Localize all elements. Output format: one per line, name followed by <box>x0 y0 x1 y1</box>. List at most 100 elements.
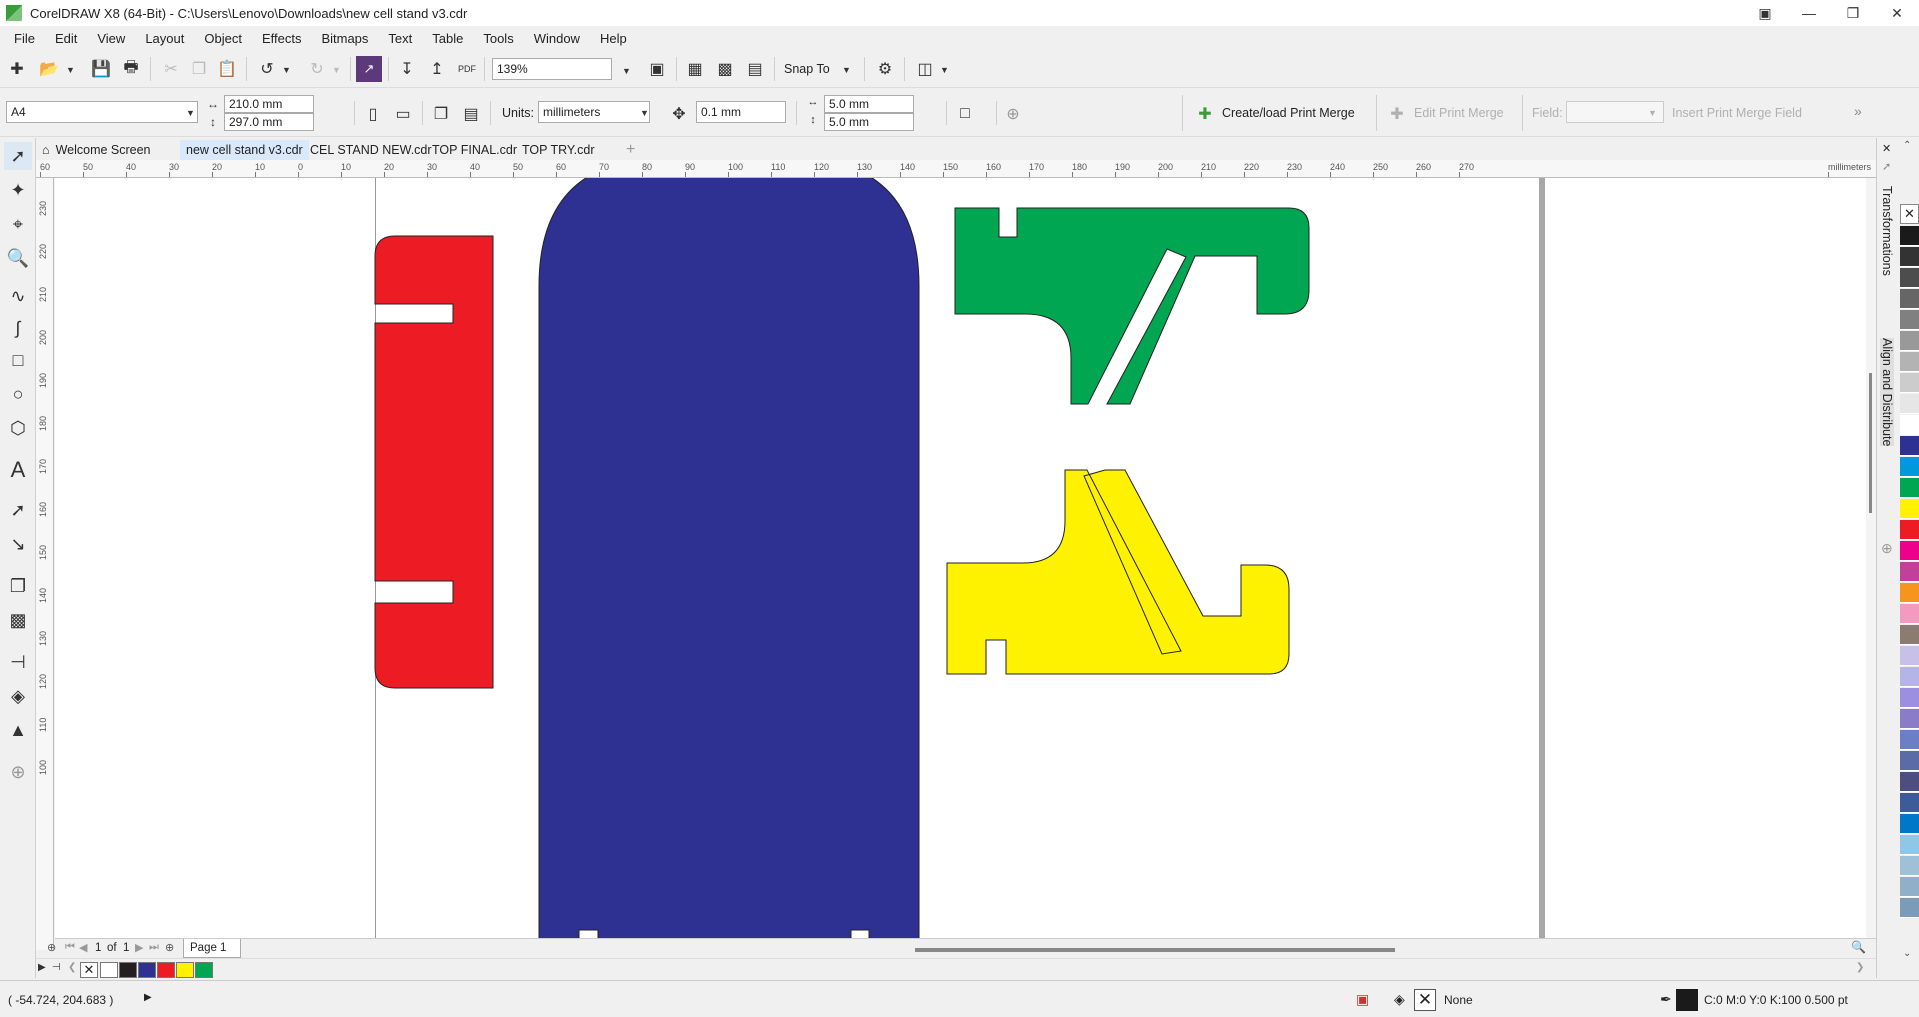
last-page-icon[interactable]: ⏭ <box>149 941 159 954</box>
units-dropdown-icon[interactable]: ▼ <box>640 108 649 118</box>
new-document-icon[interactable]: ✚ <box>4 56 30 82</box>
add-page-after-icon[interactable]: ⊕ <box>165 941 174 954</box>
transparency-tool-icon[interactable]: ▩ <box>4 606 32 634</box>
palette-color-swatch[interactable] <box>1900 709 1919 729</box>
document-color-swatch[interactable] <box>157 962 175 978</box>
document-color-swatch[interactable] <box>100 962 118 978</box>
palette-color-swatch[interactable] <box>1900 856 1919 876</box>
print-icon[interactable]: 🖶 <box>118 56 144 82</box>
menu-window[interactable]: Window <box>524 31 590 46</box>
show-grid-icon[interactable]: ▩ <box>712 56 738 82</box>
palette-menu-icon[interactable]: ▶ <box>38 962 46 973</box>
palette-color-swatch[interactable] <box>1900 877 1919 897</box>
shape-tool-icon[interactable]: ✦ <box>4 176 32 204</box>
palette-color-swatch[interactable] <box>1900 730 1919 750</box>
menu-view[interactable]: View <box>87 31 135 46</box>
palette-color-swatch[interactable] <box>1900 793 1919 813</box>
palette-color-swatch[interactable] <box>1900 814 1919 834</box>
palette-color-swatch[interactable] <box>1900 541 1919 561</box>
ellipse-tool-icon[interactable]: ○ <box>4 380 32 408</box>
redo-dropdown-icon[interactable]: ▼ <box>332 65 341 75</box>
zoom-dropdown-icon[interactable]: ▼ <box>622 66 631 76</box>
text-tool-icon[interactable]: A <box>4 456 32 484</box>
docker-close-icon[interactable]: ✕ <box>1882 142 1891 155</box>
landscape-icon[interactable]: ▭ <box>390 101 416 127</box>
palette-color-swatch[interactable] <box>1900 394 1919 414</box>
edit-print-merge-button[interactable]: Edit Print Merge <box>1414 106 1504 120</box>
undo-icon[interactable]: ↺ <box>254 56 280 82</box>
palette-color-swatch[interactable] <box>1900 310 1919 330</box>
copy-icon[interactable]: ❐ <box>186 56 212 82</box>
palette-color-swatch[interactable] <box>1900 436 1919 456</box>
eyedropper-icon[interactable]: ⊣ <box>52 962 61 973</box>
palette-color-swatch[interactable] <box>1900 247 1919 267</box>
cut-icon[interactable]: ✂ <box>158 56 184 82</box>
docker-expand-icon[interactable]: ➚ <box>1882 160 1891 173</box>
show-rulers-icon[interactable]: ▦ <box>682 56 708 82</box>
transformations-docker-tab[interactable]: Transformations <box>1880 186 1894 276</box>
launcher-dropdown-icon[interactable]: ▼ <box>940 65 949 75</box>
open-folder-icon[interactable]: 📂 <box>36 56 62 82</box>
vertical-scrollbar[interactable] <box>1866 178 1876 938</box>
palette-scroll-down-icon[interactable]: ⌄ <box>1903 948 1911 959</box>
drawing-canvas[interactable] <box>55 178 1876 938</box>
import-icon[interactable]: ↧ <box>394 56 420 82</box>
publish-pdf-icon[interactable]: PDF <box>454 56 480 82</box>
document-color-swatch[interactable] <box>138 962 156 978</box>
help-icon[interactable]: ▣ <box>1743 0 1787 26</box>
palette-color-swatch[interactable] <box>1900 226 1919 246</box>
vertical-ruler[interactable]: 230 220 210 200 190 180 170 160 150 140 130 120 110 1… <box>36 178 54 950</box>
page-height-field[interactable]: 297.0 mm <box>224 113 314 131</box>
units-select[interactable]: millimeters <box>538 101 650 123</box>
merge-field-dropdown-icon[interactable]: ▼ <box>1648 108 1657 118</box>
palette-color-swatch[interactable] <box>1900 373 1919 393</box>
tab-top-final[interactable]: TOP FINAL.cdr <box>426 140 523 160</box>
palette-no-color-swatch[interactable]: ✕ <box>1900 204 1919 224</box>
menu-effects[interactable]: Effects <box>252 31 312 46</box>
export-icon[interactable]: ↥ <box>424 56 450 82</box>
palette-color-swatch[interactable] <box>1900 499 1919 519</box>
document-color-swatch[interactable] <box>195 962 213 978</box>
add-tool-icon[interactable]: ⊕ <box>4 758 32 786</box>
tab-new-cell-stand-v3[interactable]: new cell stand v3.cdr <box>180 140 309 160</box>
close-button[interactable]: ✕ <box>1875 0 1919 26</box>
outline-pen-icon[interactable]: ✒ <box>1660 991 1672 1008</box>
create-print-merge-icon[interactable]: ✚ <box>1192 101 1218 127</box>
treat-as-filled-icon[interactable]: □ <box>952 101 978 127</box>
tab-cel-stand-new[interactable]: CEL STAND NEW.cdr <box>304 140 438 160</box>
green-top-piece[interactable] <box>954 207 1310 405</box>
palette-color-swatch[interactable] <box>1900 457 1919 477</box>
add-page-before-icon[interactable]: ⊕ <box>47 941 56 954</box>
blue-back-piece[interactable] <box>538 178 920 938</box>
add-tab-icon[interactable]: + <box>620 140 641 160</box>
page-size-dropdown-icon[interactable]: ▼ <box>186 108 195 118</box>
menu-file[interactable]: File <box>4 31 45 46</box>
palette-color-swatch[interactable] <box>1900 688 1919 708</box>
maximize-button[interactable]: ❐ <box>1831 0 1875 26</box>
menu-object[interactable]: Object <box>194 31 252 46</box>
zoom-navigator-icon[interactable]: 🔍 <box>1851 940 1866 954</box>
palette-color-swatch[interactable] <box>1900 415 1919 435</box>
align-distribute-docker-tab[interactable]: Align and Distribute <box>1880 338 1894 447</box>
save-icon[interactable]: 💾 <box>88 56 114 82</box>
eyedropper-tool-icon[interactable]: ⊣ <box>4 648 32 676</box>
connector-tool-icon[interactable]: ↘ <box>4 530 32 558</box>
rectangle-tool-icon[interactable]: □ <box>4 346 32 374</box>
portrait-icon[interactable]: ▯ <box>360 101 386 127</box>
overflow-chevron-icon[interactable]: » <box>1854 103 1862 119</box>
paste-icon[interactable]: 📋 <box>214 56 240 82</box>
zoom-tool-icon[interactable]: 🔍 <box>4 244 32 272</box>
edit-print-merge-icon[interactable]: ✚ <box>1384 101 1410 127</box>
palette-color-swatch[interactable] <box>1900 646 1919 666</box>
freehand-tool-icon[interactable]: ∿ <box>4 282 32 310</box>
menu-tools[interactable]: Tools <box>473 31 523 46</box>
menu-bitmaps[interactable]: Bitmaps <box>311 31 378 46</box>
application-launcher-icon[interactable]: ◫ <box>912 56 938 82</box>
palette-color-swatch[interactable] <box>1900 352 1919 372</box>
add-docker-icon[interactable]: ⊕ <box>1881 540 1893 557</box>
next-page-icon[interactable]: ▶ <box>135 941 143 954</box>
insert-print-merge-field-button[interactable]: Insert Print Merge Field <box>1672 106 1802 120</box>
full-screen-preview-icon[interactable]: ▣ <box>644 56 670 82</box>
document-color-swatch[interactable] <box>176 962 194 978</box>
outline-color-swatch[interactable] <box>1676 989 1698 1011</box>
